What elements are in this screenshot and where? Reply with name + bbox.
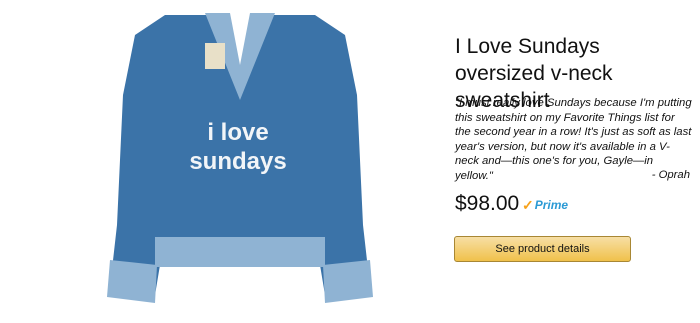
product-image[interactable]: i love sundays (95, 5, 385, 318)
check-icon: ✓ (522, 196, 534, 213)
quote-attribution: - Oprah (651, 169, 690, 181)
shirt-text-line2: sundays (189, 148, 286, 175)
shirt-text-line1: i love (207, 119, 268, 146)
see-product-details-button[interactable]: See product details (454, 236, 631, 262)
prime-badge: ✓ Prime (522, 197, 568, 213)
product-price: $98.00 (455, 192, 520, 215)
prime-label: Prime (534, 198, 569, 212)
